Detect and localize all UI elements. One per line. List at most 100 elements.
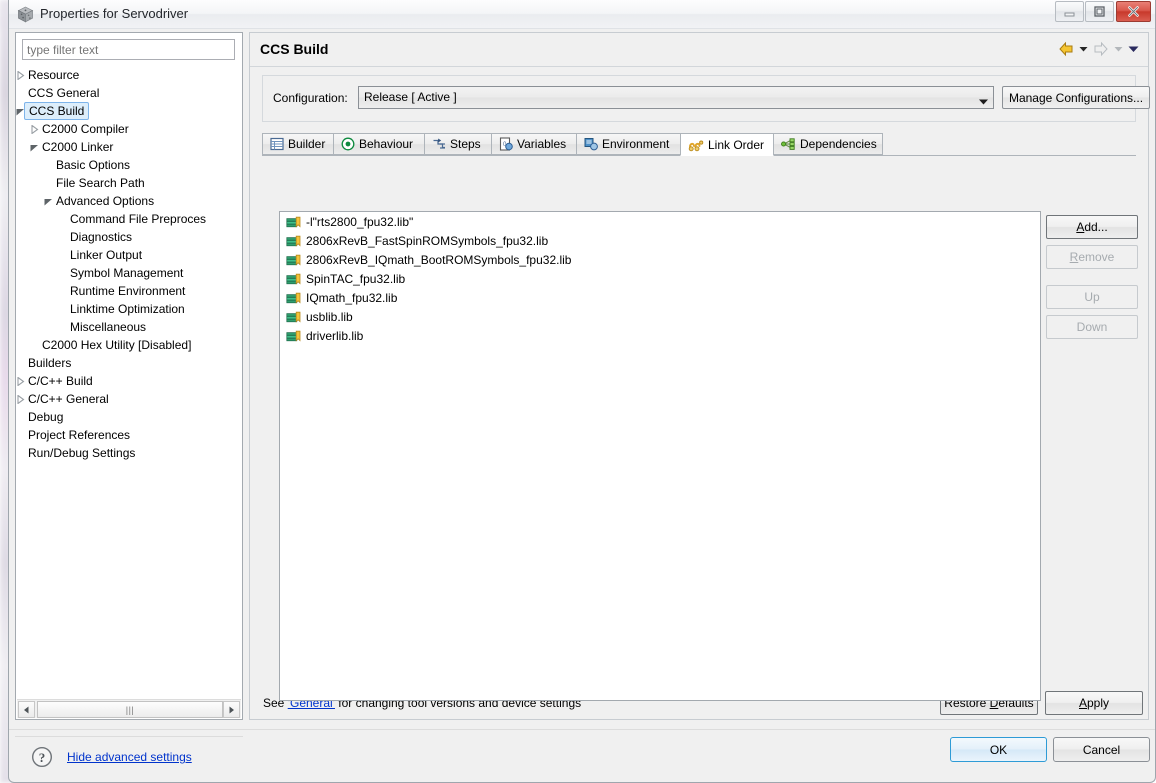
link-order-item[interactable]: SpinTAC_fpu32.lib xyxy=(280,269,1040,288)
tree-item-c-c-general[interactable]: C/C++ General xyxy=(16,390,242,408)
steps-icon xyxy=(432,137,446,151)
page-menu-chevron-down-icon[interactable] xyxy=(1127,44,1140,54)
behaviour-icon xyxy=(341,137,355,151)
twisty-collapsed-icon[interactable] xyxy=(16,66,26,84)
tab-label: Builder xyxy=(288,137,326,151)
move-down-label: Down xyxy=(1076,320,1108,334)
dialog-footer: OK Cancel xyxy=(9,729,1155,782)
tree-item-project-references[interactable]: Project References xyxy=(16,426,242,444)
settings-tree: Resource CCS General CCS Build C2000 Compil… xyxy=(16,66,242,698)
title-separator xyxy=(250,66,1148,67)
manage-configurations-button[interactable]: Manage Configurations... xyxy=(1002,86,1150,109)
tree-item-c-c-build[interactable]: C/C++ Build xyxy=(16,372,242,390)
tab-behaviour[interactable]: Behaviour xyxy=(333,133,425,155)
link-order-item[interactable]: 2806xRevB_FastSpinROMSymbols_fpu32.lib xyxy=(280,231,1040,250)
library-books-icon xyxy=(286,272,301,286)
tree-item-label: Debug xyxy=(28,410,64,424)
dialog-body: Resource CCS General CCS Build C2000 Compil… xyxy=(9,29,1155,782)
tree-item-label: Resource xyxy=(28,68,80,82)
library-books-icon xyxy=(286,253,301,267)
link-order-item[interactable]: driverlib.lib xyxy=(280,326,1040,345)
tree-item-miscellaneous[interactable]: Miscellaneous xyxy=(16,318,242,336)
configuration-value: Release [ Active ] xyxy=(364,90,457,104)
tree-item-label: Symbol Management xyxy=(70,266,184,280)
tree-item-c2000-hex-utility-disabled[interactable]: C2000 Hex Utility [Disabled] xyxy=(16,336,242,354)
tree-item-label: C/C++ General xyxy=(28,392,109,406)
link-order-item[interactable]: IQmath_fpu32.lib xyxy=(280,288,1040,307)
move-up-label: Up xyxy=(1084,290,1100,304)
tree-item-command-file-preproces[interactable]: Command File Preproces xyxy=(16,210,242,228)
twisty-collapsed-icon[interactable] xyxy=(30,120,40,138)
environment-icon xyxy=(584,137,598,151)
tree-item-basic-options[interactable]: Basic Options xyxy=(16,156,242,174)
tab-environment[interactable]: Environment xyxy=(576,133,681,155)
link-order-item[interactable]: -l"rts2800_fpu32.lib" xyxy=(280,212,1040,231)
tree-item-label: C/C++ Build xyxy=(28,374,93,388)
tree-item-label: Project References xyxy=(28,428,131,442)
link-order-item[interactable]: 2806xRevB_IQmath_BootROMSymbols_fpu32.li… xyxy=(280,250,1040,269)
tab-steps[interactable]: Steps xyxy=(424,133,492,155)
builder-icon xyxy=(270,137,284,151)
tree-item-c2000-linker[interactable]: C2000 Linker xyxy=(16,138,242,156)
tab-bar: Builder Behaviour Steps 0 Variables Environme… xyxy=(262,133,1136,156)
twisty-collapsed-icon[interactable] xyxy=(16,390,26,408)
forward-menu-chevron-down-icon xyxy=(1113,44,1124,54)
link-order-item[interactable]: usblib.lib xyxy=(280,307,1040,326)
close-button[interactable] xyxy=(1116,1,1151,22)
tree-item-ccs-general[interactable]: CCS General xyxy=(16,84,242,102)
add-button-label: Add... xyxy=(1076,220,1108,234)
close-icon xyxy=(1117,2,1150,21)
tree-item-label: CCS General xyxy=(28,86,100,100)
twisty-collapsed-icon[interactable] xyxy=(16,372,26,390)
tree-item-debug[interactable]: Debug xyxy=(16,408,242,426)
variables-icon: 0 xyxy=(499,137,513,151)
tab-label: Variables xyxy=(517,137,567,151)
maximize-button[interactable] xyxy=(1085,1,1114,22)
add-button[interactable]: Add... xyxy=(1046,215,1138,239)
tree-item-file-search-path[interactable]: File Search Path xyxy=(16,174,242,192)
tree-item-resource[interactable]: Resource xyxy=(16,66,242,84)
scrollbar-thumb[interactable]: ||| xyxy=(37,701,223,718)
tree-item-label: Basic Options xyxy=(56,158,131,172)
library-books-icon xyxy=(286,234,301,248)
arrow-right-icon[interactable] xyxy=(223,701,240,718)
configuration-dropdown[interactable]: Release [ Active ] xyxy=(358,86,994,109)
link-order-list[interactable]: -l"rts2800_fpu32.lib" 2806xRevB_FastSpinR… xyxy=(279,211,1041,701)
link-order-item-label: -l"rts2800_fpu32.lib" xyxy=(306,214,414,229)
tree-item-ccs-build[interactable]: CCS Build xyxy=(16,102,242,120)
tree-item-symbol-management[interactable]: Symbol Management xyxy=(16,264,242,282)
tab-label: Behaviour xyxy=(359,137,414,151)
tree-item-label: C2000 Compiler xyxy=(42,122,129,136)
tab-builder[interactable]: Builder xyxy=(262,133,334,155)
arrow-left-icon[interactable] xyxy=(18,701,35,718)
tree-item-builders[interactable]: Builders xyxy=(16,354,242,372)
tab-link-order[interactable]: Link Order xyxy=(680,133,774,156)
tab-dependencies[interactable]: Dependencies xyxy=(773,133,883,155)
tab-variables[interactable]: 0 Variables xyxy=(491,133,577,155)
back-arrow-icon[interactable] xyxy=(1057,41,1075,57)
tree-item-label: Diagnostics xyxy=(70,230,133,244)
tree-item-label: Advanced Options xyxy=(56,194,155,208)
tree-item-linktime-optimization[interactable]: Linktime Optimization xyxy=(16,300,242,318)
tree-item-runtime-environment[interactable]: Runtime Environment xyxy=(16,282,242,300)
twisty-expanded-icon[interactable] xyxy=(44,192,54,210)
back-menu-chevron-down-icon[interactable] xyxy=(1078,44,1089,54)
tree-horizontal-scrollbar[interactable]: ||| xyxy=(17,699,241,718)
tab-label: Link Order xyxy=(708,137,765,152)
library-books-icon xyxy=(286,291,301,305)
twisty-expanded-icon[interactable] xyxy=(30,138,40,156)
filter-input[interactable] xyxy=(22,39,235,60)
ok-button[interactable]: OK xyxy=(950,737,1047,762)
cancel-button[interactable]: Cancel xyxy=(1053,737,1150,762)
tree-item-label: Linker Output xyxy=(70,248,143,262)
tree-item-advanced-options[interactable]: Advanced Options xyxy=(16,192,242,210)
tree-item-run-debug-settings[interactable]: Run/Debug Settings xyxy=(16,444,242,462)
tree-item-linker-output[interactable]: Linker Output xyxy=(16,246,242,264)
tree-item-c2000-compiler[interactable]: C2000 Compiler xyxy=(16,120,242,138)
dialog-titlebar: Properties for Servodriver xyxy=(9,0,1155,29)
minimize-button[interactable] xyxy=(1055,1,1084,22)
apply-button[interactable]: Apply xyxy=(1045,691,1143,715)
page-title: CCS Build xyxy=(260,41,329,57)
library-books-icon xyxy=(286,215,301,229)
tree-item-diagnostics[interactable]: Diagnostics xyxy=(16,228,242,246)
